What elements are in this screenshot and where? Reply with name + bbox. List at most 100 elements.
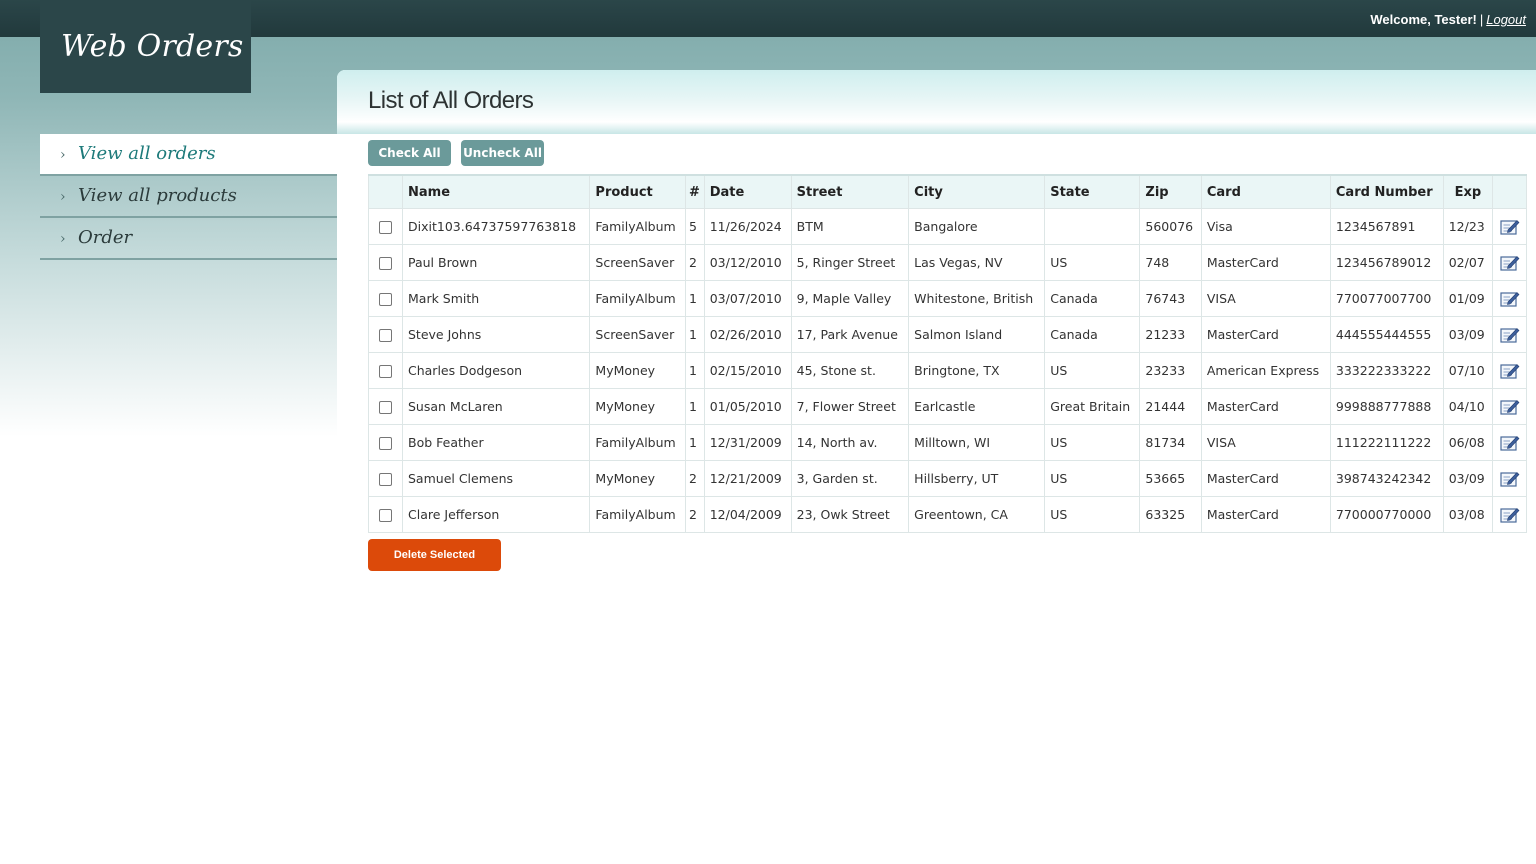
cell-zip: 81734: [1139, 424, 1202, 461]
cell-city: Las Vegas, NV: [908, 244, 1046, 281]
cell-date: 11/26/2024: [703, 208, 792, 245]
table-row: Dixit103.64737597763818 FamilyAlbum 5 11…: [368, 208, 1527, 245]
edit-icon[interactable]: [1499, 326, 1520, 344]
chevron-right-icon: ›: [60, 189, 66, 205]
uncheck-all-button[interactable]: Uncheck All: [461, 140, 544, 166]
page-title: List of All Orders: [368, 87, 534, 114]
cell-quantity: 2: [684, 496, 705, 533]
cell-quantity: 1: [684, 352, 705, 389]
cell-card-number: 398743242342: [1329, 460, 1444, 497]
cell-card: MasterCard: [1200, 316, 1331, 353]
main-content: List of All Orders Check All Uncheck All…: [337, 70, 1536, 864]
sidebar-item-view-all-orders[interactable]: › View all orders: [40, 134, 337, 176]
cell-name: Steve Johns: [401, 316, 591, 353]
row-checkbox[interactable]: [379, 221, 392, 234]
row-select-cell: [368, 424, 403, 461]
cell-state: US: [1044, 244, 1141, 281]
cell-date: 02/15/2010: [703, 352, 792, 389]
cell-card-number: 999888777888: [1329, 388, 1444, 425]
cell-street: 45, Stone st.: [790, 352, 910, 389]
table-row: Charles Dodgeson MyMoney 1 02/15/2010 45…: [368, 352, 1527, 389]
row-checkbox[interactable]: [379, 365, 392, 378]
cell-card-number: 111222111222: [1329, 424, 1444, 461]
cell-product: MyMoney: [589, 460, 686, 497]
cell-quantity: 1: [684, 316, 705, 353]
cell-zip: 21444: [1139, 388, 1202, 425]
cell-city: Bangalore: [908, 208, 1046, 245]
edit-icon[interactable]: [1499, 218, 1520, 236]
row-edit-cell: [1492, 316, 1527, 353]
app-logo: Web Orders: [40, 0, 251, 93]
cell-quantity: 1: [684, 388, 705, 425]
cell-card: MasterCard: [1200, 388, 1331, 425]
cell-quantity: 5: [684, 208, 705, 245]
column-header-city: City: [908, 174, 1046, 209]
table-row: Susan McLaren MyMoney 1 01/05/2010 7, Fl…: [368, 388, 1527, 425]
sidebar-item-label: Order: [78, 227, 133, 248]
edit-icon[interactable]: [1499, 290, 1520, 308]
cell-city: Greentown, CA: [908, 496, 1046, 533]
edit-icon[interactable]: [1499, 434, 1520, 452]
cell-product: ScreenSaver: [589, 244, 686, 281]
cell-card: Visa: [1200, 208, 1331, 245]
cell-name: Susan McLaren: [401, 388, 591, 425]
row-checkbox[interactable]: [379, 293, 392, 306]
cell-zip: 21233: [1139, 316, 1202, 353]
row-edit-cell: [1492, 280, 1527, 317]
row-checkbox[interactable]: [379, 473, 392, 486]
row-checkbox[interactable]: [379, 509, 392, 522]
edit-icon[interactable]: [1499, 398, 1520, 416]
row-select-cell: [368, 316, 403, 353]
edit-icon[interactable]: [1499, 254, 1520, 272]
cell-card: MasterCard: [1200, 244, 1331, 281]
row-edit-cell: [1492, 496, 1527, 533]
cell-card-number: 444555444555: [1329, 316, 1444, 353]
row-edit-cell: [1492, 460, 1527, 497]
row-checkbox[interactable]: [379, 257, 392, 270]
cell-name: Dixit103.64737597763818: [401, 208, 591, 245]
welcome-text: Welcome, Tester!: [1370, 12, 1477, 27]
edit-icon[interactable]: [1499, 470, 1520, 488]
sidebar-item-view-all-products[interactable]: › View all products: [40, 176, 337, 218]
cell-date: 01/05/2010: [703, 388, 792, 425]
delete-selected-button[interactable]: Delete Selected: [368, 539, 501, 571]
table-row: Paul Brown ScreenSaver 2 03/12/2010 5, R…: [368, 244, 1527, 281]
check-all-button[interactable]: Check All: [368, 140, 451, 166]
column-header-select: [368, 174, 403, 209]
cell-zip: 748: [1139, 244, 1202, 281]
row-checkbox[interactable]: [379, 329, 392, 342]
logout-link[interactable]: Logout: [1486, 12, 1526, 27]
cell-exp: 03/09: [1442, 316, 1494, 353]
cell-city: Salmon Island: [908, 316, 1046, 353]
edit-icon[interactable]: [1499, 362, 1520, 380]
welcome-separator: |: [1479, 12, 1484, 27]
row-checkbox[interactable]: [379, 437, 392, 450]
cell-quantity: 2: [684, 460, 705, 497]
cell-street: 17, Park Avenue: [790, 316, 910, 353]
cell-name: Charles Dodgeson: [401, 352, 591, 389]
column-header-card-number: Card Number: [1329, 174, 1444, 209]
cell-exp: 03/09: [1442, 460, 1494, 497]
cell-state: US: [1044, 460, 1141, 497]
sidebar-item-order[interactable]: › Order: [40, 218, 337, 260]
orders-table-body: Dixit103.64737597763818 FamilyAlbum 5 11…: [368, 208, 1527, 533]
row-select-cell: [368, 244, 403, 281]
edit-icon[interactable]: [1499, 506, 1520, 524]
cell-card: MasterCard: [1200, 496, 1331, 533]
cell-quantity: 1: [684, 424, 705, 461]
sidebar-item-label: View all products: [78, 185, 237, 206]
cell-exp: 01/09: [1442, 280, 1494, 317]
cell-product: MyMoney: [589, 352, 686, 389]
cell-card-number: 333222333222: [1329, 352, 1444, 389]
cell-date: 12/21/2009: [703, 460, 792, 497]
row-select-cell: [368, 496, 403, 533]
cell-product: FamilyAlbum: [589, 280, 686, 317]
chevron-right-icon: ›: [60, 231, 66, 247]
cell-exp: 07/10: [1442, 352, 1494, 389]
cell-street: 14, North av.: [790, 424, 910, 461]
cell-street: BTM: [790, 208, 910, 245]
table-row: Mark Smith FamilyAlbum 1 03/07/2010 9, M…: [368, 280, 1527, 317]
cell-product: ScreenSaver: [589, 316, 686, 353]
row-edit-cell: [1492, 208, 1527, 245]
row-checkbox[interactable]: [379, 401, 392, 414]
